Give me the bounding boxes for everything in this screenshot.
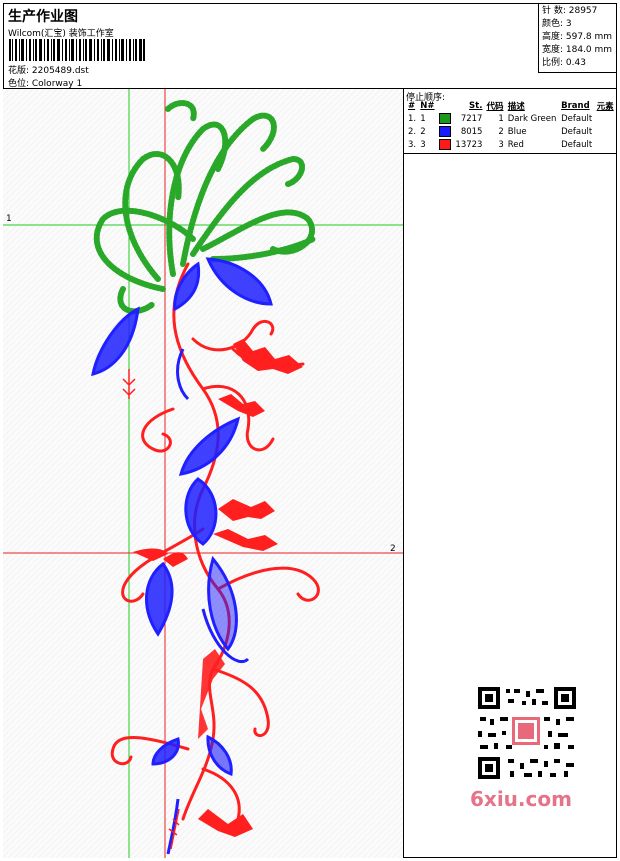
row-code: 1 (498, 113, 504, 124)
swatch-red (438, 139, 451, 150)
col-stitches: St. (469, 101, 483, 111)
row-brand: Default (561, 126, 593, 137)
row-n: 3 (420, 139, 426, 150)
col-index: # (408, 101, 416, 111)
table-row[interactable]: 2. 2 8015 2 Blue Default (406, 125, 616, 138)
row-stitches: 8015 (460, 126, 483, 137)
color-swatch (437, 125, 453, 138)
col-swatch (437, 100, 453, 112)
row-index: 3. (408, 139, 417, 150)
red-guide-label: 2 (390, 544, 396, 554)
color-swatch (437, 112, 453, 125)
watermark-text: 6xiu.com (470, 787, 572, 811)
row-index: 1. (408, 113, 417, 124)
row-brand: Default (561, 139, 593, 150)
row-element (595, 125, 616, 138)
design-file-label: 花版: 2205489.dst (8, 66, 89, 76)
row-desc: Dark Green (507, 113, 557, 124)
header: 生产作业图 Wilcom(汇宝) 装饰工作室 花版: 2205489.dst 色… (3, 3, 617, 89)
col-n: N# (420, 101, 435, 111)
embroidery-design-icon (3, 89, 403, 858)
stop-sequence-panel: 停止顺序: # N# St. 代码 描述 Brand 元素 1. 1 7217 … (404, 89, 617, 858)
col-element: 元素 (596, 102, 614, 112)
col-code: 代码 (486, 102, 504, 112)
row-n: 1 (420, 113, 426, 124)
colorway-label: 色位: Colorway 1 (8, 79, 83, 89)
design-width: 宽度: 184.0 mm (542, 45, 613, 55)
table-row[interactable]: 3. 3 13723 3 Red Default (406, 138, 616, 151)
table-header-row: # N# St. 代码 描述 Brand 元素 (406, 100, 616, 112)
row-stitches: 7217 (460, 113, 483, 124)
row-element (595, 138, 616, 151)
col-brand: Brand (561, 101, 590, 111)
table-row[interactable]: 1. 1 7217 1 Dark Green Default (406, 112, 616, 125)
row-desc: Red (507, 139, 524, 150)
stop-sequence-table: # N# St. 代码 描述 Brand 元素 1. 1 7217 1 Dark… (406, 100, 616, 151)
swatch-blue (438, 126, 451, 137)
page-title: 生产作业图 (8, 9, 78, 25)
col-desc: 描述 (507, 102, 525, 112)
row-code: 2 (498, 126, 504, 137)
barcode-icon (9, 39, 145, 61)
row-index: 2. (408, 126, 417, 137)
stats-box: 针 数: 28957 颜色: 3 高度: 597.8 mm 宽度: 184.0 … (538, 3, 617, 73)
design-height: 高度: 597.8 mm (542, 32, 613, 42)
row-brand: Default (561, 113, 593, 124)
company-name: Wilcom(汇宝) 装饰工作室 (8, 29, 114, 39)
design-canvas[interactable]: 1 2 (3, 89, 404, 858)
stitch-count: 针 数: 28957 (542, 6, 598, 16)
row-element (595, 112, 616, 125)
color-count: 颜色: 3 (542, 19, 572, 29)
qr-code-icon (470, 681, 584, 785)
green-guide-label: 1 (6, 214, 12, 224)
swatch-green (438, 113, 451, 124)
row-n: 2 (420, 126, 426, 137)
table-divider (404, 153, 617, 154)
color-swatch (437, 138, 453, 151)
row-desc: Blue (507, 126, 527, 137)
design-scale: 比例: 0.43 (542, 58, 586, 68)
row-code: 3 (498, 139, 504, 150)
row-stitches: 13723 (455, 139, 483, 150)
